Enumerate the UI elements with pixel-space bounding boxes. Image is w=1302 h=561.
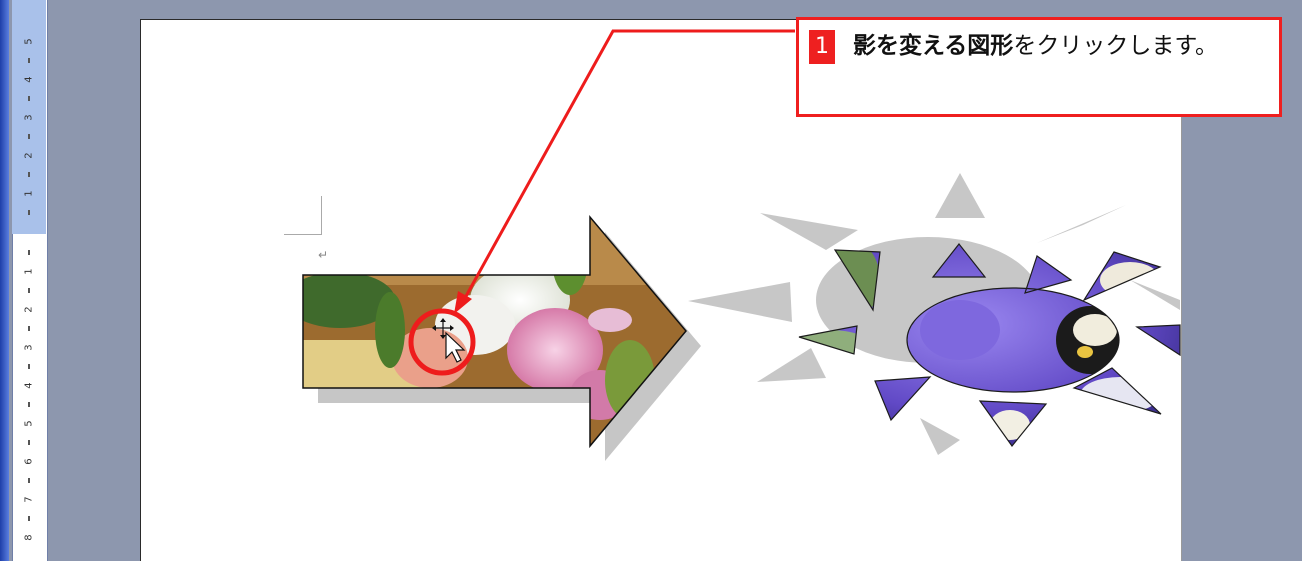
instruction-callout: 1 影を変える図形をクリックします。	[796, 17, 1282, 117]
instruction-text: 影を変える図形をクリックします。	[853, 24, 1273, 69]
step-number-badge: 1	[809, 30, 835, 64]
instruction-bold-text: 影を変える図形	[853, 33, 1014, 59]
instruction-rest-text: をクリックします。	[1013, 33, 1219, 59]
